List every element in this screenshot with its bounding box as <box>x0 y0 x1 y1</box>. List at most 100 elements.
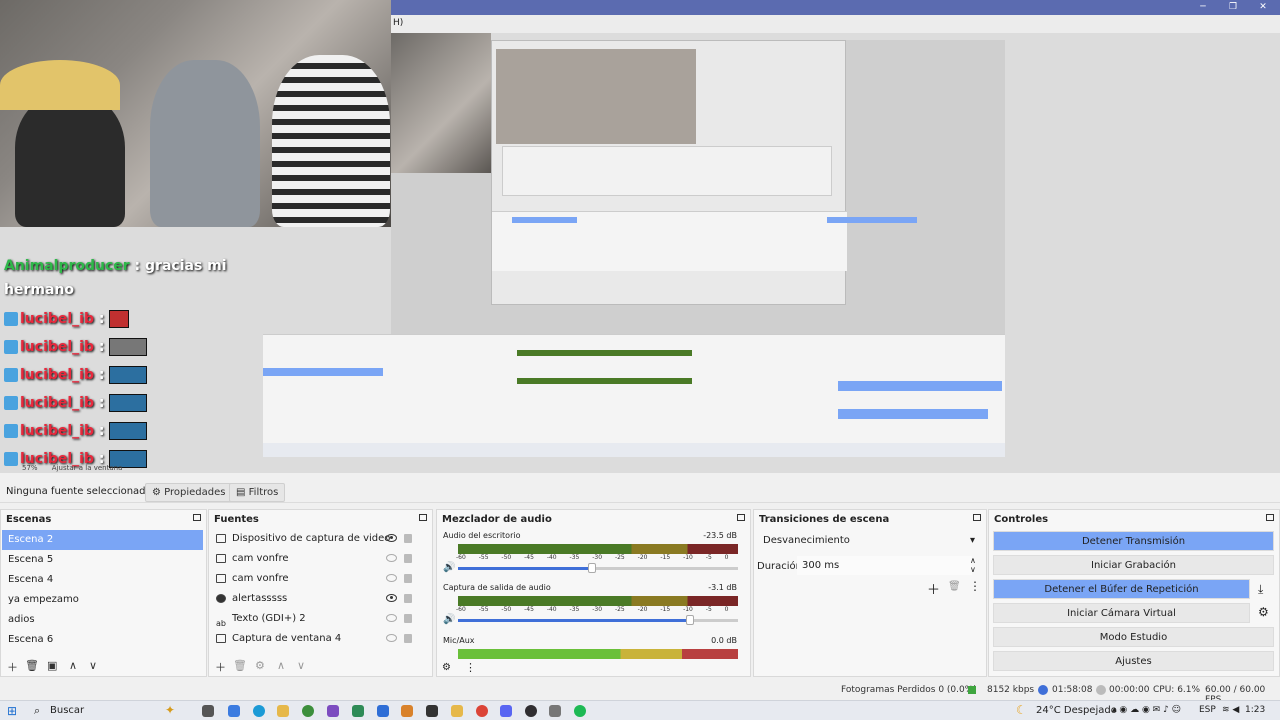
tray-icons[interactable]: ▴ ◉ ☁ ◉ ✉ ♪ ☺ <box>1112 705 1181 715</box>
scene-item[interactable]: adios <box>2 610 203 630</box>
add-icon[interactable]: ＋ <box>927 579 940 598</box>
eye-hidden-icon[interactable] <box>386 554 397 562</box>
gear-icon[interactable]: ⚙ <box>255 659 265 672</box>
speaker-icon[interactable]: 🔊 <box>443 614 455 625</box>
scene-item[interactable]: Escena 2 <box>2 530 203 550</box>
eye-hidden-icon[interactable] <box>386 614 397 622</box>
stop-replay-buffer-button[interactable]: Detener el Búfer de Repetición <box>993 579 1250 599</box>
undock-icon[interactable] <box>973 514 981 521</box>
gear-icon[interactable]: ⚙ <box>1258 605 1269 619</box>
more-icon[interactable]: ⋮ <box>465 661 476 674</box>
source-row[interactable]: Captura de ventana 4 <box>210 629 420 649</box>
move-up-icon[interactable]: ∧ <box>69 659 77 672</box>
minimize-icon[interactable]: ─ <box>1193 1 1213 13</box>
volume-knob[interactable] <box>686 615 694 625</box>
app-icon[interactable] <box>327 705 339 717</box>
xbox-icon[interactable] <box>302 705 314 717</box>
folder-icon[interactable] <box>451 705 463 717</box>
restore-icon[interactable]: ❐ <box>1223 1 1243 13</box>
speaker-icon[interactable]: 🔊 <box>443 562 455 573</box>
spotify-icon[interactable] <box>574 705 586 717</box>
bitrate-indicator-icon <box>968 686 976 694</box>
scene-item[interactable]: Escena 5 <box>2 550 203 570</box>
discord-icon[interactable] <box>500 705 512 717</box>
app-icon[interactable] <box>228 705 240 717</box>
move-up-icon[interactable]: ∧ <box>277 659 285 672</box>
app-icon[interactable] <box>426 705 438 717</box>
download-icon[interactable]: ⤓ <box>1258 582 1263 597</box>
close-icon[interactable]: ✕ <box>1253 1 1273 13</box>
start-recording-button[interactable]: Iniciar Grabación <box>993 555 1274 575</box>
weather-icon[interactable]: ☾ <box>1016 703 1027 717</box>
settings-icon[interactable]: ⚙ <box>442 662 451 673</box>
window-titlebar: ─ ❐ ✕ <box>391 0 1280 15</box>
badge-icon <box>4 312 18 326</box>
source-row[interactable]: ab Texto (GDI+) 2 <box>210 609 420 629</box>
weather-text[interactable]: 24°C Despejado <box>1036 705 1117 716</box>
edge-icon[interactable] <box>253 705 265 717</box>
move-down-icon[interactable]: ∨ <box>297 659 305 672</box>
sparkle-icon[interactable]: ✦ <box>165 703 175 717</box>
settings-button[interactable]: Ajustes <box>993 651 1274 671</box>
language[interactable]: ESP <box>1199 705 1216 715</box>
spin-icon[interactable]: ∧ ∨ <box>970 556 976 574</box>
chrome-icon[interactable] <box>476 705 488 717</box>
app-icon[interactable] <box>401 705 413 717</box>
app-icon[interactable] <box>549 705 561 717</box>
lock-icon[interactable] <box>404 594 412 603</box>
volume-slider[interactable] <box>458 615 738 625</box>
duration-input[interactable]: 300 ms <box>797 556 972 575</box>
zoom-level[interactable]: 57% <box>22 464 38 472</box>
studio-mode-button[interactable]: Modo Estudio <box>993 627 1274 647</box>
stop-stream-button[interactable]: Detener Transmisión <box>993 531 1274 551</box>
undock-icon[interactable] <box>419 514 427 521</box>
eye-hidden-icon[interactable] <box>386 574 397 582</box>
source-row[interactable]: cam vonfre <box>210 549 420 569</box>
lock-icon[interactable] <box>404 574 412 583</box>
scene-item[interactable]: ya empezamo <box>2 590 203 610</box>
wifi-icon[interactable]: ≋ ◀ <box>1222 705 1239 715</box>
eye-icon[interactable] <box>386 534 397 542</box>
taskbar-search[interactable]: Buscar <box>50 705 84 716</box>
undock-icon[interactable] <box>193 514 201 521</box>
lock-icon[interactable] <box>404 614 412 623</box>
obs-icon[interactable] <box>525 705 537 717</box>
volume-knob[interactable] <box>588 563 596 573</box>
scene-item[interactable]: Escena 6 <box>2 630 203 650</box>
undock-icon[interactable] <box>1266 514 1274 521</box>
filters-button[interactable]: ▤ Filtros <box>229 483 286 502</box>
properties-button[interactable]: ⚙ Propiedades <box>145 483 233 502</box>
filter-icon[interactable]: ▣ <box>47 659 57 672</box>
start-virtual-camera-button[interactable]: Iniciar Cámara Virtual <box>993 603 1250 623</box>
lock-icon[interactable] <box>404 554 412 563</box>
source-row[interactable]: Dispositivo de captura de video <box>210 529 420 549</box>
move-down-icon[interactable]: ∨ <box>89 659 97 672</box>
fit-window-label[interactable]: Ajustar a la ventana <box>52 464 123 472</box>
add-icon[interactable]: ＋ <box>7 659 18 675</box>
eye-icon[interactable] <box>386 594 397 602</box>
volume-fill <box>458 619 688 622</box>
trash-icon[interactable]: 🗑 <box>25 659 39 672</box>
volume-slider[interactable] <box>458 563 738 573</box>
lock-icon[interactable] <box>404 534 412 543</box>
eye-hidden-icon[interactable] <box>386 634 397 642</box>
more-icon[interactable]: ⋮ <box>969 579 981 593</box>
lock-icon[interactable] <box>404 634 412 643</box>
undock-icon[interactable] <box>737 514 745 521</box>
mixer-channel-name: Mic/Aux <box>443 636 475 645</box>
menu-help-fragment[interactable]: H) <box>393 18 403 28</box>
transition-select[interactable]: Desvanecimiento ▾ <box>757 531 981 551</box>
add-icon[interactable]: ＋ <box>215 659 226 675</box>
trash-icon[interactable]: 🗑 <box>233 659 247 672</box>
source-row[interactable]: alertasssss <box>210 589 420 609</box>
task-view-icon[interactable] <box>202 705 214 717</box>
file-explorer-icon[interactable] <box>277 705 289 717</box>
scene-item[interactable]: Escena 4 <box>2 570 203 590</box>
windows-start-icon[interactable]: ⊞ <box>7 704 17 718</box>
clock[interactable]: 1:23 <box>1245 705 1265 715</box>
trash-icon[interactable]: 🗑 <box>948 581 961 592</box>
app-icon[interactable] <box>377 705 389 717</box>
minecraft-icon[interactable] <box>352 705 364 717</box>
search-icon[interactable]: ⌕ <box>34 704 40 718</box>
source-row[interactable]: cam vonfre <box>210 569 420 589</box>
